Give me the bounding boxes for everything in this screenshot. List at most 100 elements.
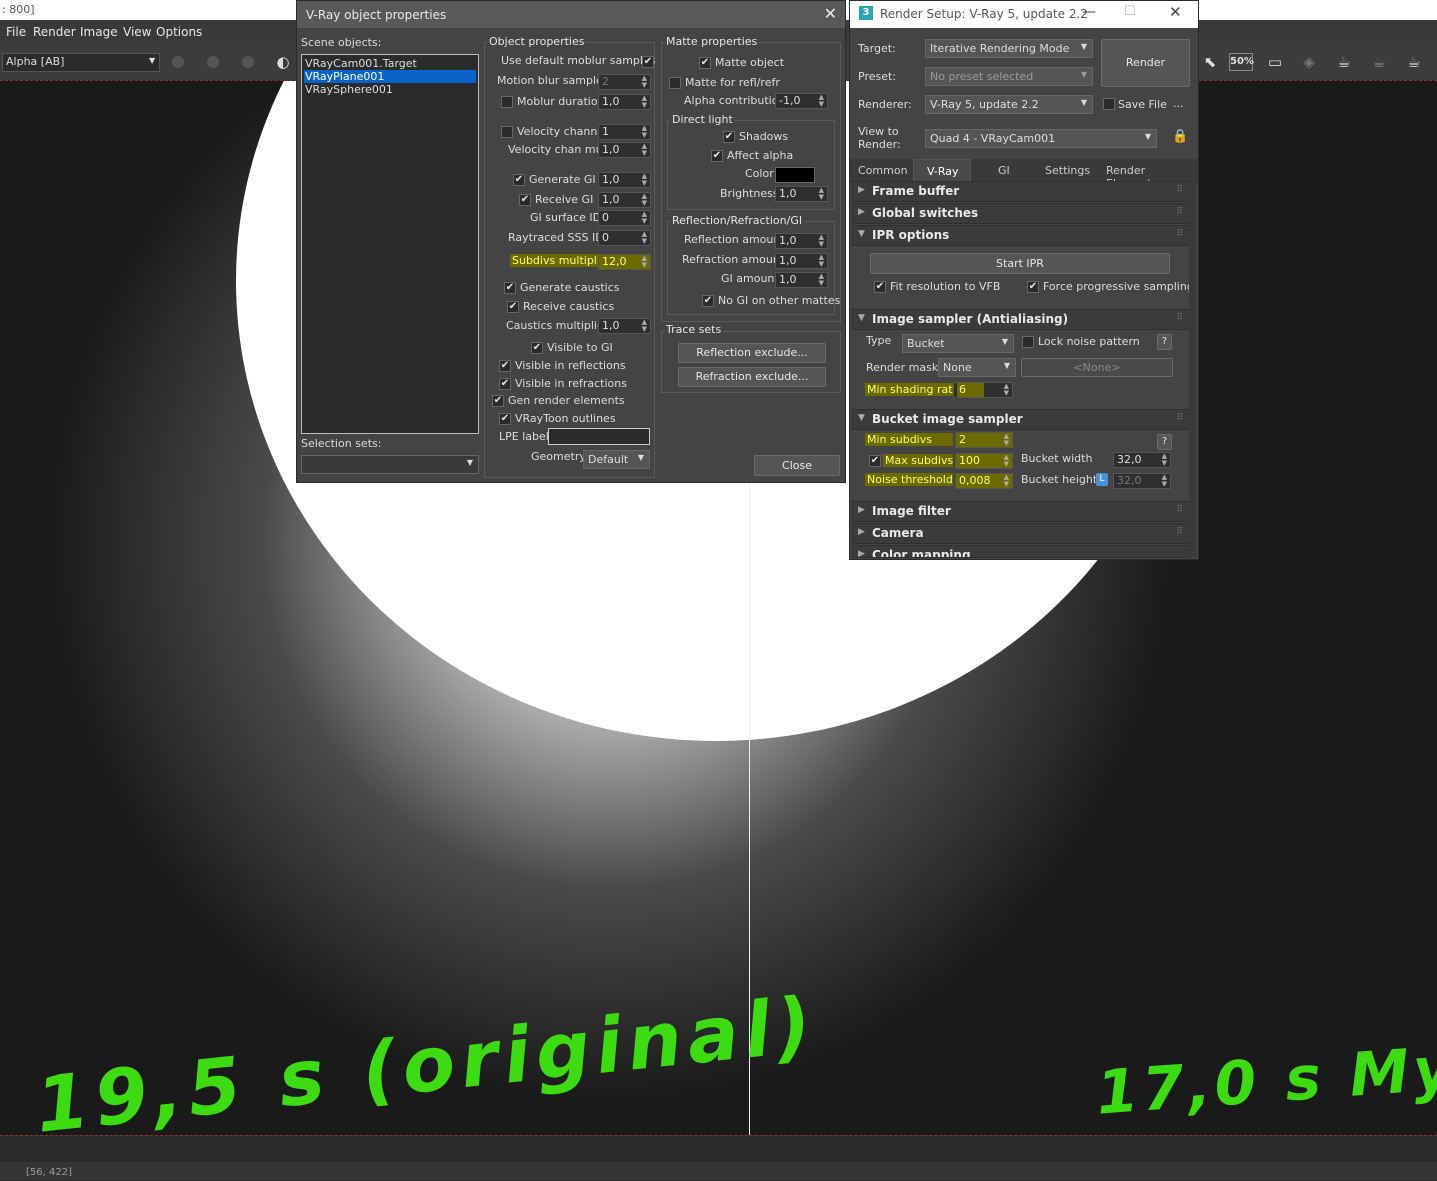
bucket-lock-toggle[interactable]: L — [1096, 473, 1108, 486]
velocity-chan-mult-spinner[interactable]: 1,0 ▲ ▼ — [598, 142, 651, 158]
subdivs-multiplier-spinner[interactable]: 12,0 ▲ ▼ — [598, 254, 651, 270]
tab-vray-active[interactable]: V-Ray — [913, 159, 971, 182]
tab-settings[interactable]: Settings — [1045, 164, 1090, 177]
matte-object-checkbox[interactable]: ✔ — [699, 57, 711, 69]
region-icon[interactable]: ▭ — [1264, 52, 1286, 72]
channel-select[interactable]: Alpha [AB] ▼ — [2, 53, 160, 72]
moblur-duration-spinner[interactable]: 1,0 ▲ ▼ — [598, 94, 651, 110]
selection-sets-select[interactable]: ▼ — [301, 455, 479, 474]
rollout-color-mapping[interactable]: ▶ Color mapping — [852, 545, 1190, 558]
list-item[interactable]: VRayCam001.Target — [304, 57, 476, 70]
blue-channel-icon[interactable] — [242, 56, 254, 68]
caustics-multiplier-spinner[interactable]: 1,0 ▲ ▼ — [598, 318, 651, 334]
geometry-select[interactable]: Default ▼ — [583, 450, 650, 469]
moblur-duration-checkbox[interactable] — [501, 96, 513, 108]
receive-caustics-checkbox[interactable]: ✔ — [507, 301, 519, 313]
rollout-image-sampler[interactable]: ▼ Image sampler (Antialiasing) ⠿ — [852, 309, 1190, 330]
visible-in-reflections-checkbox[interactable]: ✔ — [499, 360, 511, 372]
gen-render-elements-checkbox[interactable]: ✔ — [492, 395, 504, 407]
help-button[interactable]: ? — [1157, 434, 1172, 450]
close-icon[interactable]: ✕ — [824, 4, 837, 23]
affect-alpha-checkbox[interactable]: ✔ — [711, 150, 723, 162]
bucket-width-spinner[interactable]: 32,0 ▲ ▼ — [1113, 452, 1171, 468]
raytraced-sss-id-spinner[interactable]: 0 ▲ ▼ — [598, 230, 651, 246]
minimize-icon[interactable]: — — [1082, 4, 1096, 20]
rollout-bucket-sampler[interactable]: ▼ Bucket image sampler ⠿ — [852, 409, 1190, 430]
reflection-amount-spinner[interactable]: 1,0 ▲ ▼ — [775, 233, 828, 249]
sampler-type-select[interactable]: Bucket ▼ — [902, 334, 1014, 353]
receive-gi-checkbox[interactable]: ✔ — [519, 194, 531, 206]
color-swatch[interactable] — [775, 167, 815, 183]
visible-in-refractions-checkbox[interactable]: ✔ — [499, 378, 511, 390]
render-mask-select[interactable]: None ▼ — [938, 358, 1016, 377]
generate-gi-spinner[interactable]: 1,0 ▲ ▼ — [598, 172, 651, 188]
rollout-image-filter[interactable]: ▶ Image filter ⠿ — [852, 501, 1190, 522]
visible-to-gi-checkbox[interactable]: ✔ — [531, 342, 543, 354]
force-progressive-checkbox[interactable]: ✔ — [1027, 281, 1039, 293]
gi-amount-spinner[interactable]: 1,0 ▲ ▼ — [775, 272, 828, 288]
render-setup-scrollbar[interactable] — [1189, 181, 1196, 557]
no-gi-mattes-checkbox[interactable]: ✔ — [702, 295, 714, 307]
velocity-channel-checkbox[interactable] — [501, 126, 513, 138]
menu-file[interactable]: File — [6, 25, 26, 39]
render-mask-object-button[interactable]: <None> — [1021, 358, 1173, 377]
list-item[interactable]: VRaySphere001 — [304, 83, 476, 96]
preset-select[interactable]: No preset selected ▼ — [925, 67, 1093, 86]
render-teapot-icon[interactable]: ☕ — [1333, 52, 1355, 72]
help-button[interactable]: ? — [1157, 334, 1172, 350]
min-shading-rate-spinner[interactable]: 6 ▲ ▼ — [953, 382, 1013, 398]
render-button[interactable]: Render — [1101, 39, 1190, 87]
tab-gi[interactable]: GI — [998, 164, 1010, 177]
max-subdivs-checkbox[interactable]: ✔ — [869, 455, 881, 467]
refraction-exclude-button[interactable]: Refraction exclude... — [678, 367, 826, 387]
alpha-contribution-spinner[interactable]: -1,0 ▲ ▼ — [775, 93, 828, 109]
lpe-label-input[interactable] — [548, 428, 650, 445]
rollout-global-switches[interactable]: ▶ Global switches ⠿ — [852, 203, 1190, 224]
tab-common[interactable]: Common — [858, 164, 908, 177]
green-channel-icon[interactable] — [207, 56, 219, 68]
zoom-icon[interactable]: 50% — [1229, 53, 1254, 71]
rollout-camera[interactable]: ▶ Camera ⠿ — [852, 523, 1190, 544]
more-options-button[interactable]: ... — [1173, 97, 1184, 110]
menu-image[interactable]: Image — [80, 25, 118, 39]
generate-caustics-checkbox[interactable]: ✔ — [504, 282, 516, 294]
gi-surface-id-spinner[interactable]: 0 ▲ ▼ — [598, 210, 651, 226]
reflection-exclude-button[interactable]: Reflection exclude... — [678, 343, 826, 363]
view-select[interactable]: Quad 4 - VRayCam001 ▼ — [925, 129, 1157, 148]
min-subdivs-spinner[interactable]: 2 ▲ ▼ — [955, 432, 1013, 448]
menu-render[interactable]: Render — [33, 25, 76, 39]
use-default-moblur-checkbox[interactable]: ✔ — [642, 56, 654, 68]
close-button[interactable]: Close — [754, 455, 840, 476]
ipr-teapot-icon[interactable]: ☕ — [1368, 52, 1390, 72]
track-mouse-icon[interactable]: ◈ — [1298, 52, 1320, 72]
scene-objects-list[interactable]: VRayCam001.Target VRayPlane001 VRaySpher… — [301, 54, 479, 434]
matte-refl-checkbox[interactable] — [669, 77, 681, 89]
shadows-checkbox[interactable]: ✔ — [723, 131, 735, 143]
lock-noise-checkbox[interactable] — [1022, 336, 1034, 348]
red-channel-icon[interactable] — [172, 56, 184, 68]
brightness-spinner[interactable]: 1,0 ▲ ▼ — [775, 186, 828, 202]
alpha-channel-icon[interactable]: ◐ — [272, 52, 294, 72]
bucket-height-spinner[interactable]: 32,0 ▲ ▼ — [1113, 473, 1171, 489]
menu-view[interactable]: View — [123, 25, 151, 39]
rollout-ipr-options[interactable]: ▼ IPR options ⠿ — [852, 225, 1190, 246]
start-ipr-button[interactable]: Start IPR — [870, 253, 1170, 274]
generate-gi-checkbox[interactable]: ✔ — [513, 174, 525, 186]
save-file-checkbox[interactable] — [1103, 98, 1115, 110]
list-item-selected[interactable]: VRayPlane001 — [304, 70, 476, 83]
rollout-frame-buffer[interactable]: ▶ Frame buffer ⠿ — [852, 181, 1190, 202]
render-last-icon[interactable]: ☕ — [1403, 52, 1425, 72]
fit-resolution-checkbox[interactable]: ✔ — [874, 281, 886, 293]
max-subdivs-spinner[interactable]: 100 ▲ ▼ — [955, 453, 1013, 469]
cursor-icon[interactable]: ⬉ — [1199, 52, 1221, 72]
noise-threshold-spinner[interactable]: 0,008 ▲ ▼ — [955, 473, 1013, 489]
motion-blur-samples-spinner[interactable]: 2 ▲ ▼ — [598, 74, 651, 90]
vraytoon-outlines-checkbox[interactable]: ✔ — [499, 413, 511, 425]
close-icon[interactable]: ✕ — [1169, 3, 1182, 21]
menu-options[interactable]: Options — [156, 25, 202, 39]
velocity-channel-spinner[interactable]: 1 ▲ ▼ — [598, 124, 651, 140]
maximize-icon[interactable]: ☐ — [1124, 4, 1136, 19]
lock-icon[interactable]: 🔒 — [1172, 129, 1188, 144]
renderer-select[interactable]: V-Ray 5, update 2.2 ▼ — [925, 95, 1093, 114]
receive-gi-spinner[interactable]: 1,0 ▲ ▼ — [598, 192, 651, 208]
